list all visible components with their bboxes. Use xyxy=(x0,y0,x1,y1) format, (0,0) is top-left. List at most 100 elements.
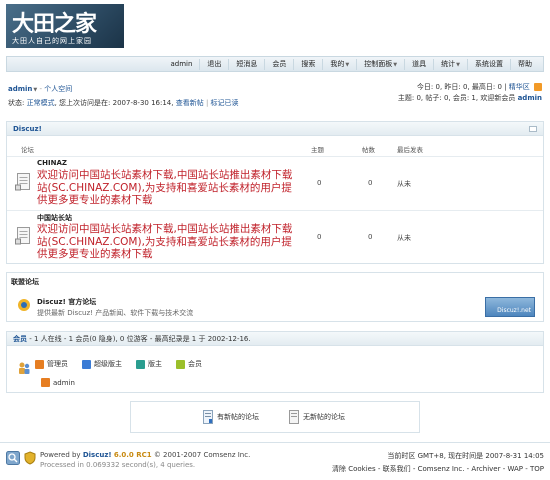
forum-post-count: 0 xyxy=(368,233,373,241)
chevron-down-icon[interactable]: ▼ xyxy=(393,62,397,68)
discuz-net-logo[interactable]: Discuz!.net xyxy=(485,297,535,317)
normal-mode-link[interactable]: 正常模式 xyxy=(27,99,55,107)
online-user-name[interactable]: admin xyxy=(53,379,75,387)
nav-item-label: 系统设置 xyxy=(475,60,503,68)
copyright-text: © 2001-2007 xyxy=(153,451,202,459)
category-panel: Discuz! 论坛 主题 帖数 最后发表 CHINAZ 欢迎访问中国站长站素材下… xyxy=(6,121,544,264)
league-title: 联盟论坛 xyxy=(11,278,39,286)
member-group-label: 管理员 xyxy=(47,360,68,368)
header-lastpost: 最后发表 xyxy=(397,146,423,154)
total-stats: 主题: 0, 帖子: 0, 会员: 1, 欢迎新会员 xyxy=(397,94,516,102)
company-link[interactable]: Comsenz Inc. xyxy=(203,451,250,459)
forum-last-post: 从未 xyxy=(397,234,411,242)
forum-stats: 今日: 0, 昨日: 0, 最高日: 0 | 精华区 主题: 0, 帖子: 0,… xyxy=(397,83,542,102)
league-forums-panel: 联盟论坛 Discuz! 官方论坛 提供最新 Discuz! 产品新闻、软件下载… xyxy=(6,272,544,322)
header-forum: 论坛 xyxy=(21,146,34,154)
member-group-label: 版主 xyxy=(148,360,162,368)
members-header: 会员 - 1 人在线 - 1 会员(0 隐身), 0 位游客 - 最高纪录是 1… xyxy=(7,332,543,346)
chevron-down-icon[interactable]: ▼ xyxy=(33,87,37,93)
nav-item-label: 退出 xyxy=(207,60,222,68)
forum-name[interactable]: CHINAZ xyxy=(37,159,67,167)
nav-item[interactable]: 控制面板▼ xyxy=(356,59,404,70)
forum-legend: 有新帖的论坛 无新帖的论坛 xyxy=(130,401,420,433)
daily-stats: 今日: 0, 昨日: 0, 最高日: 0 xyxy=(416,83,502,91)
users-group-icon xyxy=(19,362,30,374)
forum-row: 中国站长站 欢迎访问中国站长站素材下载,中国站长站推出素材下载站(SC.CHINA… xyxy=(7,210,543,262)
forum-status-icon xyxy=(15,227,30,245)
online-user[interactable]: admin xyxy=(41,378,75,387)
forum-table-header: 论坛 主题 帖数 最后发表 xyxy=(7,144,543,155)
header-posts: 帖数 xyxy=(362,146,375,154)
product-link[interactable]: Discuz! xyxy=(83,451,112,459)
forum-description: 欢迎访问中国站长站素材下载,中国站长站推出素材下载站(SC.CHINAZ.COM… xyxy=(37,169,293,206)
league-forum-name[interactable]: Discuz! 官方论坛 xyxy=(37,297,96,307)
admin-user-icon xyxy=(41,378,50,387)
logo-title: 大田之家 xyxy=(12,11,97,37)
new-posts-forum-icon xyxy=(203,410,213,424)
nav-item[interactable]: 会员 xyxy=(264,59,293,70)
member-group[interactable]: 超级版主 xyxy=(82,359,122,369)
chevron-down-icon[interactable]: ▼ xyxy=(456,62,460,68)
nav-item-label: 会员 xyxy=(272,60,287,68)
view-new-posts-link[interactable]: 查看新帖 xyxy=(176,99,204,107)
logo-tagline: 大田人自己的网上家园 xyxy=(12,37,92,45)
search-box-icon[interactable] xyxy=(6,451,20,465)
league-forum-desc: 提供最新 Discuz! 产品新闻、软件下载与技术交流 xyxy=(37,309,194,317)
member-group[interactable]: 管理员 xyxy=(35,359,68,369)
no-new-posts-forum-icon xyxy=(289,410,299,424)
nav-item-label: 搜索 xyxy=(301,60,316,68)
shield-icon[interactable] xyxy=(23,451,37,465)
nav-item[interactable]: admin xyxy=(163,59,199,70)
site-logo[interactable]: 大田之家 大田人自己的网上家园 xyxy=(6,4,124,48)
legend-none-label: 无新帖的论坛 xyxy=(303,413,345,421)
nav-item-label: 帮助 xyxy=(518,60,532,68)
member-group-icon xyxy=(176,359,185,369)
page-footer: Powered by Discuz! 6.0.0 RC1 © 2001-2007… xyxy=(0,442,550,480)
nav-item[interactable]: 短消息 xyxy=(228,59,264,70)
members-summary: - 1 人在线 - 1 会员(0 隐身), 0 位游客 - 最高纪录是 1 于 … xyxy=(29,335,251,343)
forum-status-icon xyxy=(15,173,30,191)
personal-space-link[interactable]: 个人空间 xyxy=(44,85,72,93)
member-group-icon xyxy=(82,359,91,369)
nav-item-label: 短消息 xyxy=(236,60,258,68)
member-group-icon xyxy=(35,359,44,369)
rss-icon[interactable] xyxy=(534,83,542,91)
footer-links[interactable]: 清除 Cookies - 联系我们 - Comsenz Inc. - Archi… xyxy=(332,463,544,476)
footer-right: 当前时区 GMT+8, 现在时间是 2007-8-31 14:05 清除 Coo… xyxy=(332,450,544,476)
members-panel: 会员 - 1 人在线 - 1 会员(0 隐身), 0 位游客 - 最高纪录是 1… xyxy=(6,331,544,393)
username-link[interactable]: admin xyxy=(8,85,32,93)
forum-thread-count: 0 xyxy=(317,179,322,187)
nav-item[interactable]: 系统设置 xyxy=(467,59,510,70)
members-title[interactable]: 会员 xyxy=(13,335,27,343)
nav-item-label: 控制面板 xyxy=(364,60,393,68)
forum-thread-count: 0 xyxy=(317,233,322,241)
nav-item-label: 我的 xyxy=(330,60,345,68)
nav-item-label: 道具 xyxy=(412,60,427,68)
member-group[interactable]: 会员 xyxy=(176,359,202,369)
powered-by-label: Powered by xyxy=(40,451,81,459)
legend-new: 有新帖的论坛 xyxy=(203,410,259,424)
user-bar: admin▼ - 个人空间 状态: 正常模式, 您上次访问是在: 2007-8-… xyxy=(8,85,239,107)
status-label: 状态: xyxy=(8,99,25,107)
chevron-down-icon[interactable]: ▼ xyxy=(345,62,349,68)
digest-link[interactable]: 精华区 xyxy=(509,83,530,91)
member-group[interactable]: 版主 xyxy=(136,359,162,369)
footer-badges xyxy=(6,451,40,465)
last-visit-text: , 您上次访问是在: 2007-8-30 16:14, xyxy=(54,99,174,107)
nav-item-label: 统计 xyxy=(441,60,456,68)
forum-description: 欢迎访问中国站长站素材下载,中国站长站推出素材下载站(SC.CHINAZ.COM… xyxy=(37,223,293,260)
nav-item[interactable]: 统计▼ xyxy=(433,59,467,70)
forum-post-count: 0 xyxy=(368,179,373,187)
new-member-link[interactable]: admin xyxy=(518,94,542,102)
nav-item[interactable]: 搜索 xyxy=(293,59,322,70)
member-group-icon xyxy=(136,359,145,369)
nav-item[interactable]: 我的▼ xyxy=(322,59,356,70)
nav-item[interactable]: 帮助 xyxy=(510,59,539,70)
forum-name[interactable]: 中国站长站 xyxy=(37,213,72,223)
mark-read-link[interactable]: 标记已读 xyxy=(211,99,239,107)
nav-item[interactable]: 道具 xyxy=(404,59,433,70)
category-title[interactable]: Discuz! xyxy=(7,122,543,136)
version-label: 6.0.0 RC1 xyxy=(113,451,152,459)
collapse-icon[interactable] xyxy=(529,126,537,132)
nav-item[interactable]: 退出 xyxy=(199,59,228,70)
